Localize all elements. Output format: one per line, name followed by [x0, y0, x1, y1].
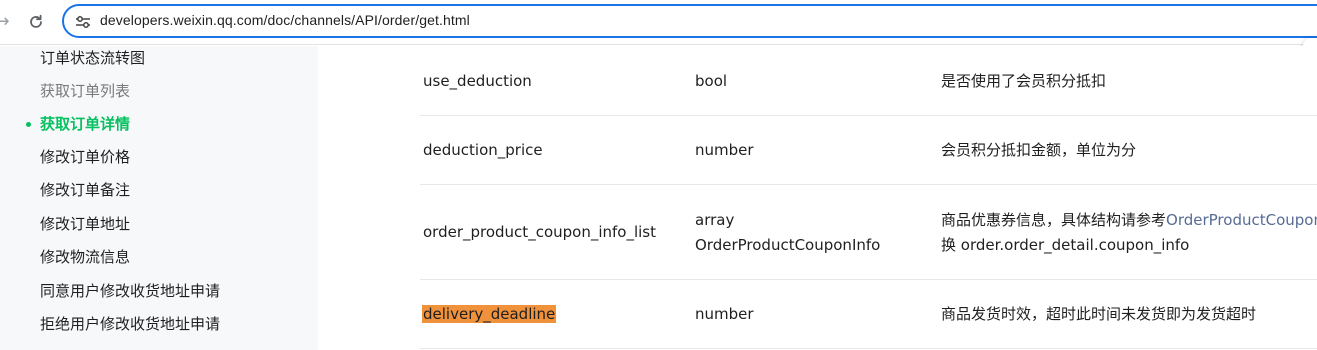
param-type: number — [695, 305, 754, 323]
sidebar-item-modify-order-note[interactable]: 修改订单备注 — [40, 178, 130, 202]
row-divider — [420, 184, 1317, 185]
row-divider — [420, 279, 1317, 280]
active-indicator-dot — [26, 122, 31, 127]
param-type: array — [695, 211, 735, 229]
order-product-coupon-link[interactable]: OrderProductCoupon — [1166, 211, 1317, 229]
search-highlight: delivery_deadline — [422, 305, 557, 323]
sidebar-item-modify-order-price[interactable]: 修改订单价格 — [40, 145, 130, 169]
sidebar-item-label: 获取订单详情 — [40, 115, 131, 133]
sidebar-item-order-status-flow[interactable]: 订单状态流转图 — [40, 46, 145, 70]
param-desc: 是否使用了会员积分抵扣 — [941, 72, 1107, 90]
sidebar-item-label: 同意用户修改收货地址申请 — [40, 282, 221, 300]
url-text[interactable]: developers.weixin.qq.com/doc/channels/AP… — [100, 12, 470, 28]
sidebar-item-label: 修改订单价格 — [40, 148, 131, 166]
tune-icon[interactable] — [75, 14, 91, 28]
sidebar-item-modify-order-address[interactable]: 修改订单地址 — [40, 212, 130, 236]
sidebar-item-label: 获取订单列表 — [40, 82, 131, 100]
sidebar-item-modify-logistics[interactable]: 修改物流信息 — [40, 245, 130, 269]
sidebar-item-label: 订单状态流转图 — [40, 49, 146, 67]
sidebar-item-reject-address-change[interactable]: 拒绝用户修改收货地址申请 — [40, 312, 220, 336]
param-name: order_product_coupon_info_list — [423, 223, 656, 241]
param-desc: 商品优惠券信息，具体结构请参考OrderProductCoupon — [941, 208, 1317, 232]
sidebar-item-accept-address-change[interactable]: 同意用户修改收货地址申请 — [40, 279, 220, 303]
param-name: delivery_deadline — [422, 302, 557, 326]
row-divider — [420, 115, 1317, 116]
reload-icon[interactable] — [22, 8, 50, 36]
param-type: bool — [695, 72, 728, 90]
param-desc-text: 商品优惠券信息，具体结构请参考 — [941, 211, 1167, 229]
sidebar-item-label: 修改订单备注 — [40, 181, 131, 199]
sidebar-item-get-order-list[interactable]: 获取订单列表 — [40, 79, 130, 103]
api-params-table: use_deduction bool 是否使用了会员积分抵扣 deduction… — [318, 46, 1317, 350]
sidebar-item-get-order-detail[interactable]: 获取订单详情 — [26, 112, 131, 136]
address-bar[interactable]: developers.weixin.qq.com/doc/channels/AP… — [62, 4, 1317, 38]
param-desc-line2: 换 order.order_detail.coupon_info — [941, 236, 1190, 254]
param-desc: 会员积分抵扣金额，单位为分 — [941, 141, 1137, 159]
row-divider — [420, 348, 1317, 349]
param-type: number — [695, 141, 754, 159]
param-desc: 商品发货时效，超时此时间未发货即为发货超时 — [941, 305, 1257, 323]
param-type-detail: OrderProductCouponInfo — [695, 236, 881, 254]
param-name: use_deduction — [423, 72, 532, 90]
browser-toolbar: → developers.weixin.qq.com/doc/channels/… — [0, 0, 1317, 45]
sidebar-item-label: 修改订单地址 — [40, 215, 131, 233]
sidebar-item-label: 拒绝用户修改收货地址申请 — [40, 315, 221, 333]
sidebar-item-label: 修改物流信息 — [40, 248, 131, 266]
param-name: deduction_price — [423, 141, 543, 159]
arrow-right-icon[interactable]: → — [0, 8, 16, 36]
sidebar-nav: 订单状态流转图 获取订单列表 获取订单详情 修改订单价格 修改订单备注 修改订单… — [0, 46, 318, 350]
